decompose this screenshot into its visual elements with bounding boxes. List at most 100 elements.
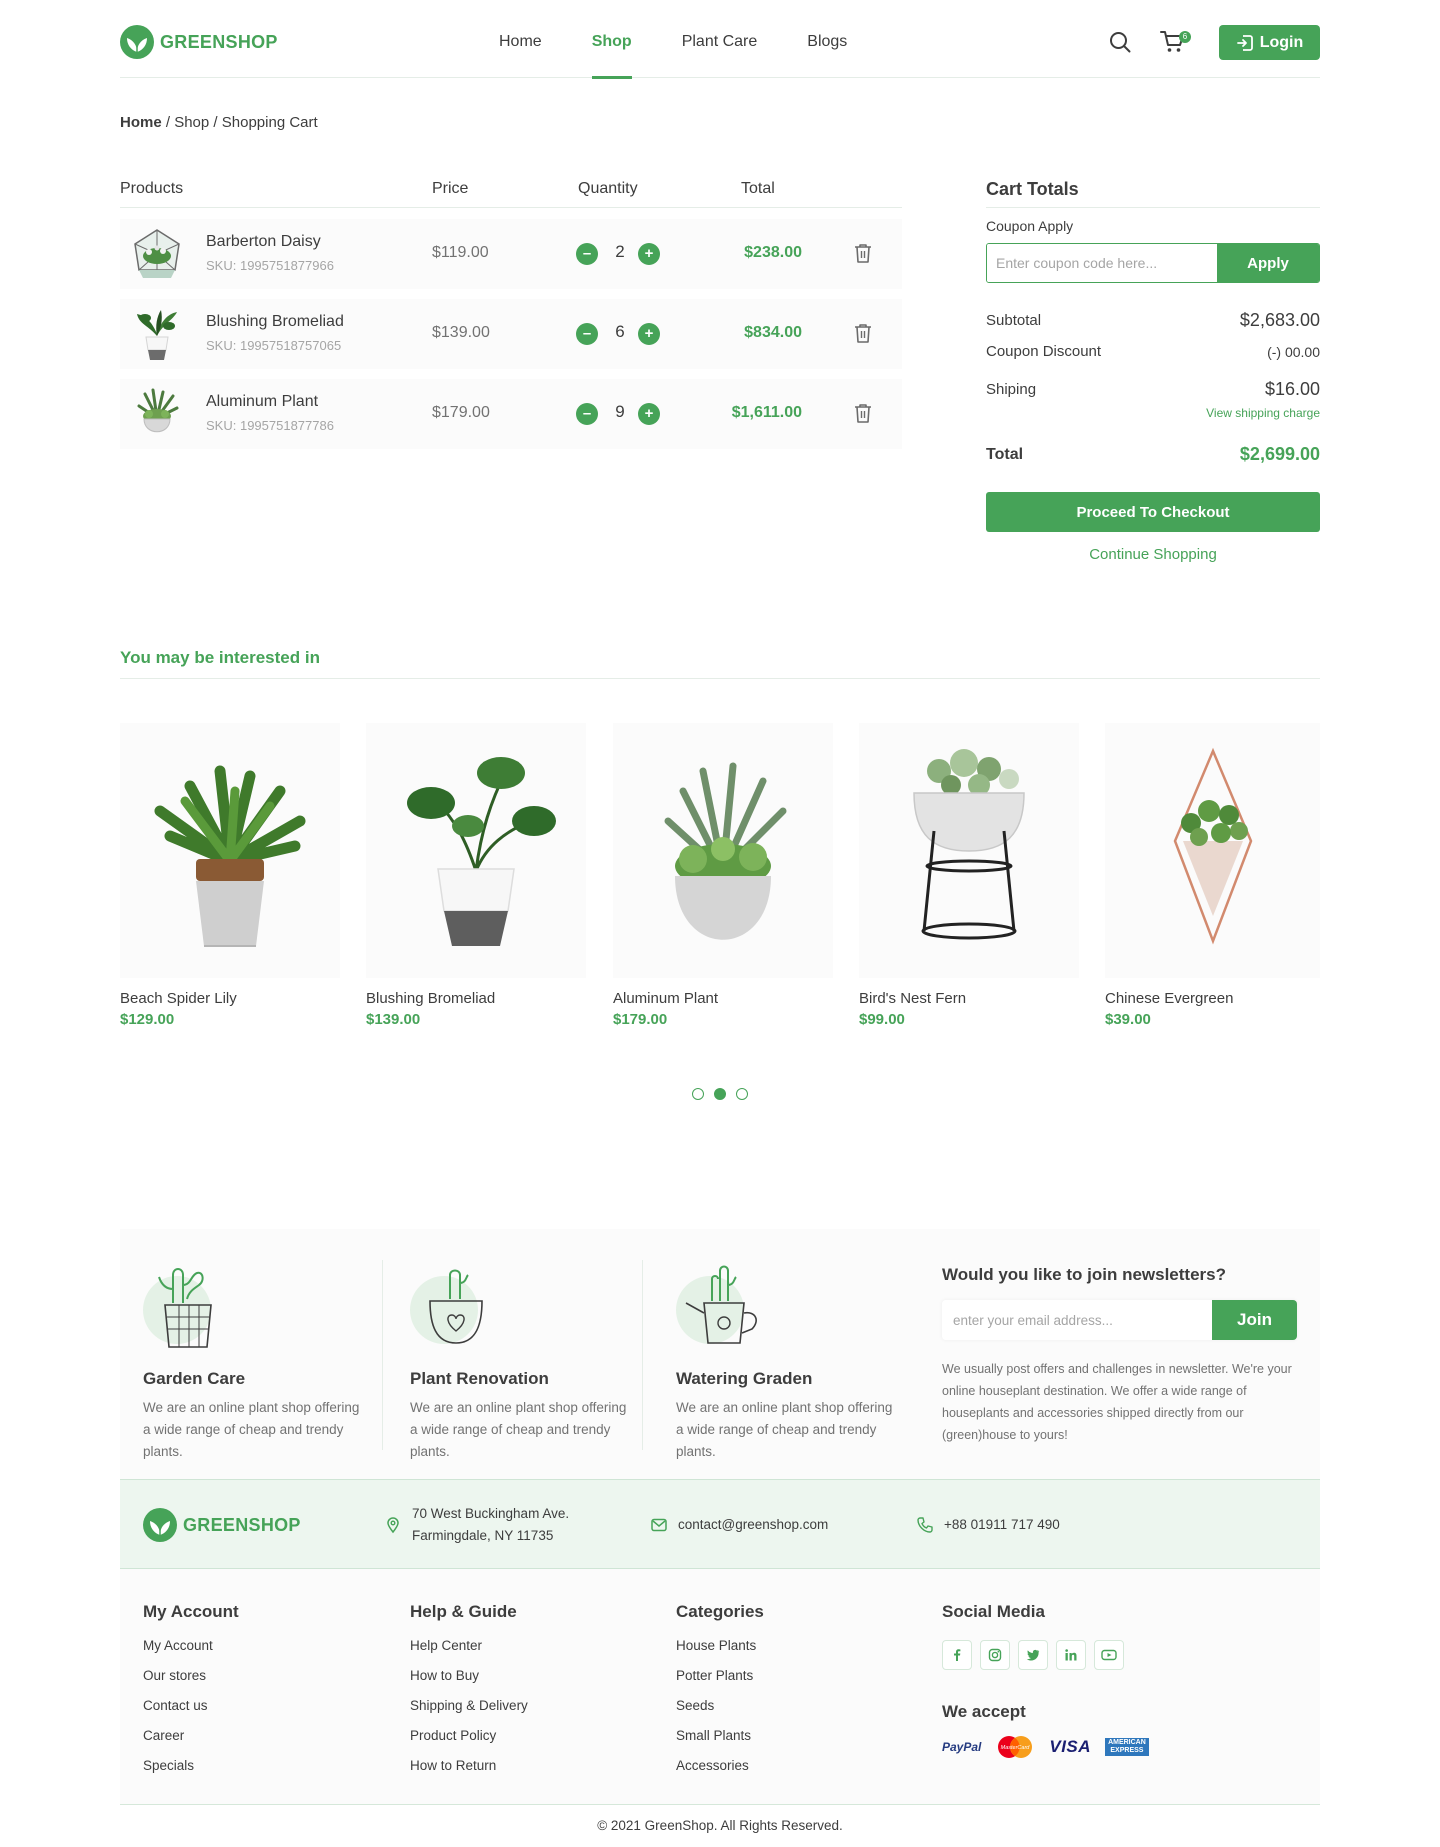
facebook-icon[interactable] (942, 1640, 972, 1670)
product-card[interactable]: Chinese Evergreen $39.00 (1105, 723, 1320, 1028)
product-price: $129.00 (120, 1011, 175, 1028)
footer-link[interactable]: Seeds (676, 1691, 764, 1721)
footer-link[interactable]: Potter Plants (676, 1661, 764, 1691)
nav-shop[interactable]: Shop (591, 0, 632, 79)
cart-totals-title: Cart Totals (986, 179, 1079, 199)
quantity-increase-button[interactable]: + (638, 243, 660, 265)
product-image[interactable] (859, 723, 1079, 978)
product-card[interactable]: Blushing Bromeliad $139.00 (366, 723, 586, 1028)
shipping-value: $16.00 (1264, 379, 1320, 399)
product-thumbnail-barberton-daisy[interactable] (127, 224, 187, 284)
product-price: $179.00 (432, 404, 490, 421)
carousel-dot-1[interactable] (692, 1088, 704, 1100)
quantity-decrease-button[interactable]: – (576, 323, 598, 345)
product-name[interactable]: Blushing Bromeliad (206, 313, 344, 331)
divider (382, 1260, 383, 1450)
product-name[interactable]: Aluminum Plant (206, 393, 318, 411)
coupon-input[interactable] (987, 244, 1217, 282)
feature-watering-garden: Watering Graden We are an online plant s… (676, 1255, 896, 1463)
footer-column-categories: Categories House Plants Potter Plants Se… (676, 1602, 764, 1781)
quantity-increase-button[interactable]: + (638, 323, 660, 345)
product-name[interactable]: Bird's Nest Fern (859, 990, 1079, 1007)
footer-link[interactable]: How to Return (410, 1751, 528, 1781)
breadcrumb-shop[interactable]: Shop (174, 114, 209, 131)
trash-icon[interactable] (853, 402, 873, 424)
footer-link[interactable]: Contact us (143, 1691, 239, 1721)
continue-shopping-link[interactable]: Continue Shopping (986, 546, 1320, 563)
nav-blogs[interactable]: Blogs (807, 0, 847, 78)
american-express-logo: AMERICAN EXPRESS (1105, 1738, 1149, 1756)
paypal-logo: PayPal (942, 1740, 982, 1754)
product-price: $39.00 (1105, 1011, 1151, 1028)
product-image[interactable] (120, 723, 340, 978)
trash-icon[interactable] (853, 242, 873, 264)
product-thumbnail-blushing-bromeliad[interactable] (127, 304, 187, 364)
product-name[interactable]: Barberton Daisy (206, 233, 321, 251)
login-label: Login (1259, 33, 1304, 51)
linkedin-icon[interactable] (1056, 1640, 1086, 1670)
quantity-decrease-button[interactable]: – (576, 403, 598, 425)
footer-link[interactable]: Accessories (676, 1751, 764, 1781)
quantity-decrease-button[interactable]: – (576, 243, 598, 265)
footer-link[interactable]: Specials (143, 1751, 239, 1781)
newsletter-email-input[interactable] (942, 1300, 1212, 1340)
plant-image-blushing-bromeliad (407, 756, 556, 946)
product-card[interactable]: Beach Spider Lily $129.00 (120, 723, 340, 1028)
product-card[interactable]: Bird's Nest Fern $99.00 (859, 723, 1079, 1028)
sku-label: SKU: (206, 258, 237, 273)
carousel-dot-2[interactable] (714, 1088, 726, 1100)
footer-link[interactable]: Product Policy (410, 1721, 528, 1751)
divider (120, 678, 1320, 679)
footer-link[interactable]: Small Plants (676, 1721, 764, 1751)
watering-can-icon (676, 1265, 757, 1344)
footer-link[interactable]: Our stores (143, 1661, 239, 1691)
divider (986, 207, 1320, 208)
product-name[interactable]: Beach Spider Lily (120, 990, 340, 1007)
view-shipping-charge-link[interactable]: View shipping charge (1206, 406, 1320, 420)
brand-logo[interactable]: GREENSHOP (120, 25, 278, 59)
nav-plant-care[interactable]: Plant Care (682, 0, 758, 78)
product-image[interactable] (613, 723, 833, 978)
contact-phone[interactable]: +88 01911 717 490 (916, 1480, 1060, 1570)
product-image[interactable] (1105, 723, 1320, 978)
col-header-price: Price (432, 180, 469, 197)
footer-link[interactable]: My Account (143, 1631, 239, 1661)
proceed-to-checkout-button[interactable]: Proceed To Checkout (986, 492, 1320, 532)
apply-coupon-button[interactable]: Apply (1217, 244, 1319, 282)
footer-brand-logo[interactable]: GREENSHOP (143, 1508, 301, 1542)
feature-garden-care: Garden Care We are an online plant shop … (143, 1255, 363, 1463)
footer-link[interactable]: House Plants (676, 1631, 764, 1661)
breadcrumb-home[interactable]: Home (120, 114, 162, 131)
instagram-icon[interactable] (980, 1640, 1010, 1670)
product-name[interactable]: Aluminum Plant (613, 990, 833, 1007)
newsletter-join-button[interactable]: Join (1212, 1300, 1297, 1340)
contact-email[interactable]: contact@greenshop.com (650, 1480, 828, 1570)
amex-line-1: AMERICAN (1108, 1739, 1146, 1746)
carousel-dot-3[interactable] (736, 1088, 748, 1100)
shipping-label: Shiping (986, 381, 1037, 398)
product-name[interactable]: Blushing Bromeliad (366, 990, 586, 1007)
footer-link[interactable]: Shipping & Delivery (410, 1691, 528, 1721)
phone-icon (917, 1517, 933, 1533)
plant-image-chinese-evergreen (1173, 747, 1252, 945)
trash-icon[interactable] (853, 322, 873, 344)
we-accept-title: We accept (942, 1702, 1026, 1721)
social-links (942, 1640, 1149, 1670)
carousel-pagination (692, 1088, 748, 1100)
col-header-quantity: Quantity (578, 180, 638, 197)
footer-link[interactable]: Career (143, 1721, 239, 1751)
product-thumbnail-aluminum-plant[interactable] (127, 384, 187, 444)
product-image[interactable] (366, 723, 586, 978)
search-icon[interactable] (1108, 30, 1132, 54)
youtube-icon[interactable] (1094, 1640, 1124, 1670)
site-header: GREENSHOP Home Shop Plant Care Blogs 6 L… (120, 0, 1320, 79)
twitter-icon[interactable] (1018, 1640, 1048, 1670)
nav-home[interactable]: Home (499, 0, 542, 78)
login-button[interactable]: Login (1219, 25, 1320, 60)
quantity-increase-button[interactable]: + (638, 403, 660, 425)
product-total: $1,611.00 (731, 404, 802, 421)
product-card[interactable]: Aluminum Plant $179.00 (613, 723, 833, 1028)
footer-link[interactable]: How to Buy (410, 1661, 528, 1691)
footer-link[interactable]: Help Center (410, 1631, 528, 1661)
product-name[interactable]: Chinese Evergreen (1105, 990, 1320, 1007)
